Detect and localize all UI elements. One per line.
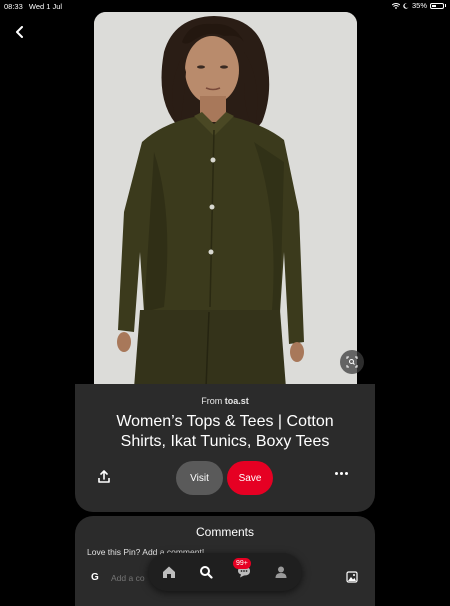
more-dot	[340, 472, 343, 475]
battery-nub	[445, 4, 446, 7]
status-time: 08:33	[4, 2, 23, 11]
pin-image[interactable]	[94, 12, 357, 388]
source-prefix: From	[201, 396, 223, 406]
source-domain[interactable]: toa.st	[225, 396, 249, 406]
visual-search-button[interactable]	[340, 350, 364, 374]
notifications-badge: 99+	[233, 558, 251, 569]
nav-profile[interactable]	[271, 562, 291, 582]
wifi-icon	[391, 2, 400, 9]
pin-source[interactable]: From toa.st	[75, 396, 375, 406]
home-icon	[163, 566, 175, 578]
nav-search[interactable]	[196, 562, 216, 582]
status-bar: 08:33 Wed 1 Jul 35%	[0, 0, 450, 12]
avatar: G	[91, 572, 99, 583]
back-button[interactable]	[10, 22, 30, 42]
more-dot	[335, 472, 338, 475]
moon-icon	[403, 2, 409, 9]
status-right: 35%	[391, 1, 446, 10]
bottom-nav: 99+	[148, 553, 302, 591]
share-icon[interactable]	[97, 470, 111, 484]
battery-icon	[430, 2, 444, 9]
profile-icon	[275, 566, 287, 578]
more-icon[interactable]	[335, 472, 349, 478]
nav-home[interactable]	[159, 562, 179, 582]
visual-search-icon	[346, 356, 358, 368]
more-dot	[345, 472, 348, 475]
save-button[interactable]: Save	[227, 461, 273, 495]
visit-button[interactable]: Visit	[176, 461, 223, 495]
pin-photo	[94, 12, 357, 388]
status-date: Wed 1 Jul	[28, 2, 63, 11]
status-left: 08:33 Wed 1 Jul	[4, 2, 62, 11]
pin-info-card: From toa.st Women’s Tops & Tees | Cotton…	[75, 384, 375, 512]
battery-percent: 35%	[411, 1, 427, 10]
image-picker-icon[interactable]	[346, 571, 358, 583]
pin-title: Women’s Tops & Tees | Cotton Shirts, Ika…	[116, 413, 334, 450]
comments-title: Comments	[195, 525, 254, 539]
back-arrow-icon	[16, 26, 23, 38]
search-icon	[200, 566, 213, 579]
